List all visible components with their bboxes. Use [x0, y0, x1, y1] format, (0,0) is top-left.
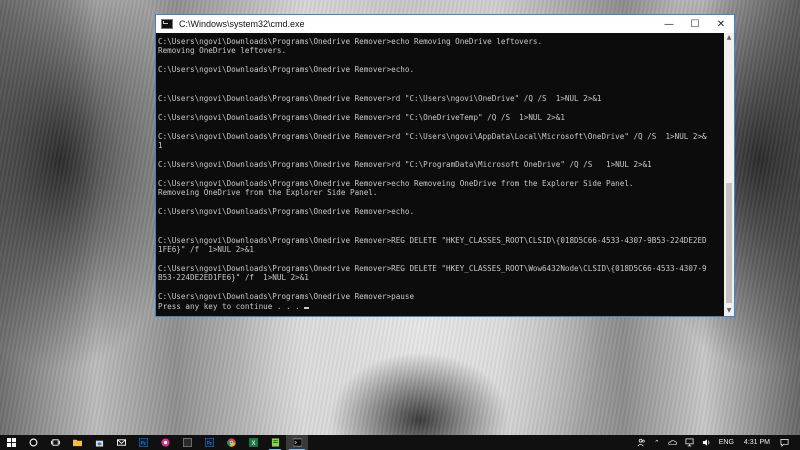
svg-text:X: X: [251, 440, 256, 447]
mail-button[interactable]: [110, 435, 132, 450]
network-icon: [685, 438, 694, 447]
vertical-scrollbar[interactable]: ▲ ▼: [724, 33, 734, 316]
action-center-button[interactable]: [776, 435, 793, 450]
task-view-icon: [50, 439, 60, 446]
console-line: C:\Users\ngovi\Downloads\Programs\Onedri…: [158, 292, 415, 302]
notepad-plus-icon: [271, 438, 279, 447]
console-line: 1: [158, 140, 163, 150]
photoshop-alt-icon: Ps: [204, 438, 214, 447]
file-explorer-button[interactable]: [66, 435, 88, 450]
network-button[interactable]: [681, 435, 698, 450]
console-line: Removing OneDrive leftovers.: [158, 46, 287, 56]
system-tray: ⌃ ENG 4:31 PM: [633, 435, 800, 450]
console-line: C:\Users\ngovi\Downloads\Programs\Onedri…: [158, 207, 415, 217]
mail-envelope-icon: [116, 439, 126, 446]
cortana-search-button[interactable]: [22, 435, 44, 450]
chevron-up-icon: ⌃: [653, 439, 660, 447]
folder-icon: [72, 439, 82, 447]
chrome-icon: [226, 438, 236, 447]
start-button[interactable]: [0, 435, 22, 450]
store-button[interactable]: [88, 435, 110, 450]
media-player-icon: [160, 438, 170, 447]
console-line: C:\Users\ngovi\Downloads\Programs\Onedri…: [158, 159, 652, 169]
excel-icon: X: [248, 438, 258, 447]
console-line: C:\Users\ngovi\Downloads\Programs\Onedri…: [158, 178, 634, 188]
cmd-app-icon[interactable]: [161, 19, 173, 29]
command-prompt-window[interactable]: C:\Windows\system32\cmd.exe — ☐ ✕ C:\Use…: [155, 14, 735, 317]
minimize-button[interactable]: —: [656, 15, 682, 33]
console-line: C:\Users\ngovi\Downloads\Programs\Onedri…: [158, 131, 707, 141]
store-bag-icon: [95, 440, 103, 447]
scroll-down-arrow-icon[interactable]: ▼: [724, 306, 734, 316]
language-indicator[interactable]: ENG: [715, 435, 738, 450]
cloud-icon: [668, 440, 677, 446]
people-icon: [637, 438, 645, 447]
taskbar: Ps Ps X ⌃ ENG 4:31 PM: [0, 435, 800, 450]
chrome-button[interactable]: [220, 435, 242, 450]
cmd-taskbar-button[interactable]: [286, 435, 308, 450]
console-line: Removeing OneDrive from the Explorer Sid…: [158, 188, 378, 198]
photoshop-button[interactable]: Ps: [132, 435, 154, 450]
windows-logo-icon: [6, 438, 16, 447]
people-button[interactable]: [633, 435, 650, 450]
clock[interactable]: 4:31 PM: [738, 435, 776, 450]
show-hidden-icons-button[interactable]: ⌃: [650, 435, 664, 450]
window-titlebar[interactable]: C:\Windows\system32\cmd.exe — ☐ ✕: [156, 15, 734, 33]
console-line: C:\Users\ngovi\Downloads\Programs\Onedri…: [158, 112, 565, 122]
task-view-button[interactable]: [44, 435, 66, 450]
svg-text:Ps: Ps: [141, 440, 147, 446]
scroll-up-arrow-icon[interactable]: ▲: [724, 33, 734, 43]
console-line: C:\Users\ngovi\Downloads\Programs\Onedri…: [158, 93, 602, 103]
console-line: Press any key to continue . . .: [158, 302, 722, 311]
scrollbar-thumb[interactable]: [726, 183, 732, 303]
maximize-button[interactable]: ☐: [682, 15, 708, 33]
window-title: C:\Windows\system32\cmd.exe: [179, 19, 305, 29]
notepad-plus-button[interactable]: [264, 435, 286, 450]
photoshop-icon: Ps: [138, 438, 148, 447]
photoshop-alt-button[interactable]: Ps: [198, 435, 220, 450]
speaker-icon: [702, 439, 710, 446]
window-controls: — ☐ ✕: [656, 15, 734, 33]
volume-button[interactable]: [698, 435, 715, 450]
close-button[interactable]: ✕: [708, 15, 734, 33]
media-player-button[interactable]: [154, 435, 176, 450]
dark-app-button[interactable]: [176, 435, 198, 450]
notification-icon: [780, 438, 789, 447]
dark-app-icon: [182, 438, 192, 447]
console-icon: [292, 438, 302, 447]
cortana-circle-icon: [29, 438, 37, 447]
console-line: C:\Users\ngovi\Downloads\Programs\Onedri…: [158, 235, 707, 245]
console-line: C:\Users\ngovi\Downloads\Programs\Onedri…: [158, 263, 707, 273]
svg-text:Ps: Ps: [207, 440, 213, 446]
console-line: B53-224DE2ED1FE6}" /f 1>NUL 2>&1: [158, 273, 309, 283]
console-line: 1FE6}" /f 1>NUL 2>&1: [158, 244, 255, 254]
onedrive-tray-button[interactable]: [664, 435, 681, 450]
text-cursor: [304, 306, 310, 309]
console-output[interactable]: C:\Users\ngovi\Downloads\Programs\Onedri…: [156, 33, 724, 316]
show-desktop-button[interactable]: [793, 435, 800, 450]
console-line: C:\Users\ngovi\Downloads\Programs\Onedri…: [158, 65, 415, 75]
excel-button[interactable]: X: [242, 435, 264, 450]
console-line: C:\Users\ngovi\Downloads\Programs\Onedri…: [158, 37, 543, 46]
